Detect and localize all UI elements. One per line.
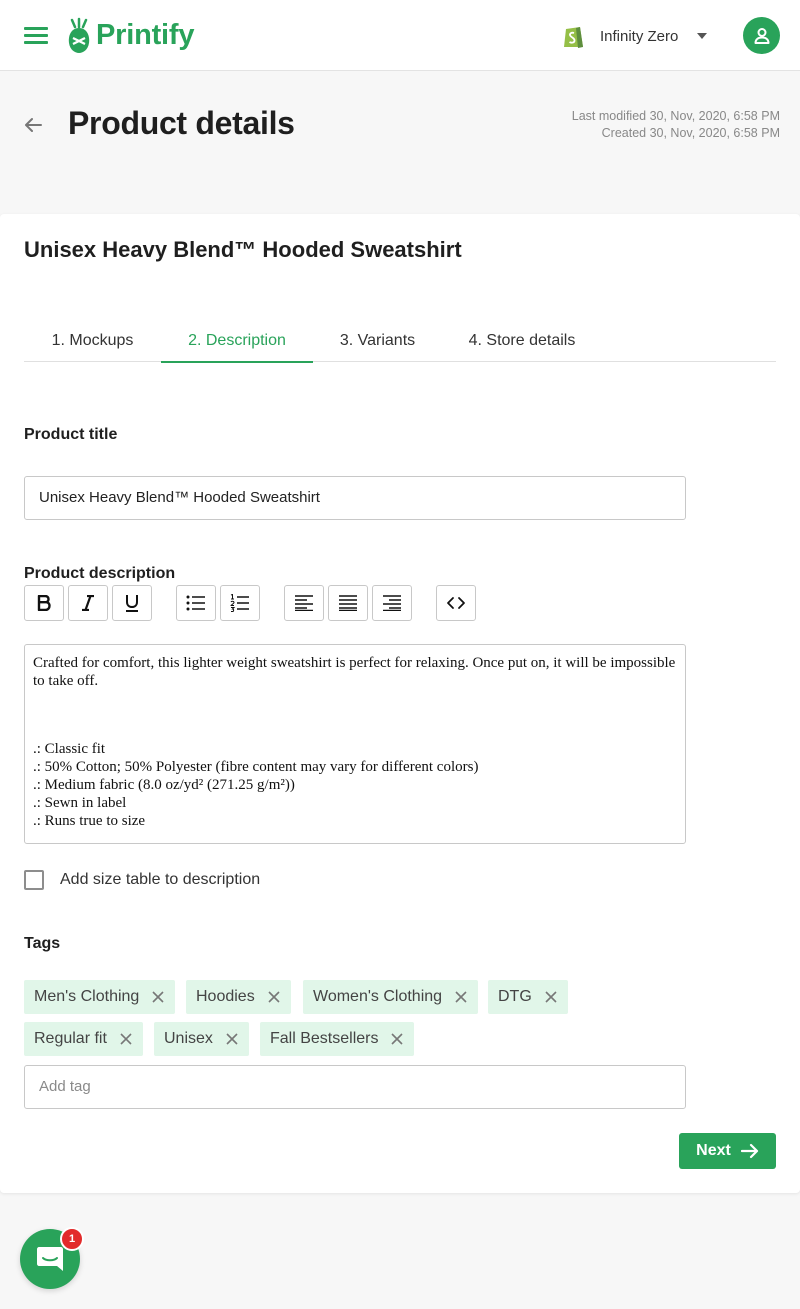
menu-icon[interactable] [24,27,48,45]
tag-chip: Regular fit [24,1022,143,1056]
last-modified: Last modified 30, Nov, 2020, 6:58 PM [571,109,780,123]
align-justify-icon [339,595,357,611]
next-button[interactable]: Next [679,1133,776,1169]
bullet-list-button[interactable] [176,585,216,621]
align-justify-button[interactable] [328,585,368,621]
product-card: Unisex Heavy Blend™ Hooded Sweatshirt 1.… [0,214,800,1193]
tag-chip: Fall Bestsellers [260,1022,415,1056]
product-title-input[interactable]: Unisex Heavy Blend™ Hooded Sweatshirt [24,476,686,520]
tag-label: Men's Clothing [34,988,140,1005]
description-bullet: .: 50% Cotton; 50% Polyester (fibre cont… [33,759,479,775]
tag-label: Hoodies [196,988,255,1005]
align-right-button[interactable] [372,585,412,621]
code-view-button[interactable] [436,585,476,621]
back-arrow-icon[interactable] [22,114,44,136]
tag-chip: Hoodies [186,980,291,1014]
created-date: Created 30, Nov, 2020, 6:58 PM [601,126,780,140]
tag-chip: Women's Clothing [303,980,479,1014]
bold-button[interactable] [24,585,64,621]
store-selector[interactable]: Infinity Zero [562,22,708,50]
timestamps: Last modified 30, Nov, 2020, 6:58 PM Cre… [572,108,780,142]
align-left-button[interactable] [284,585,324,621]
italic-button[interactable] [68,585,108,621]
chat-icon [37,1247,63,1271]
description-bullet: .: Runs true to size [33,813,146,829]
description-gap [33,690,677,740]
tag-label: Unisex [164,1030,213,1047]
tag-label: Women's Clothing [313,988,443,1005]
brand-name: Printify [96,18,195,51]
size-table-option[interactable]: Add size table to description [24,870,260,890]
printify-logo[interactable]: Printify [66,15,195,55]
description-bullet: .: Medium fabric (8.0 oz/yd² (271.25 g/m… [33,777,295,793]
size-table-checkbox[interactable] [24,870,44,890]
arrow-right-icon [740,1143,758,1159]
tab-mockups[interactable]: 1. Mockups [24,320,161,362]
shopify-icon [564,27,583,48]
store-name: Infinity Zero [600,27,679,45]
close-icon[interactable] [454,990,468,1004]
tag-chip: Unisex [154,1022,249,1056]
description-intro: Crafted for comfort, this lighter weight… [33,655,676,689]
user-icon [754,27,769,44]
description-bullet: .: Classic fit [33,741,106,757]
bold-icon [37,595,51,611]
underline-icon [126,595,138,612]
tag-chip: DTG [488,980,568,1014]
tags-label: Tags [24,935,61,952]
tag-chip: Men's Clothing [24,980,176,1014]
chevron-down-icon [697,33,708,39]
tag-label: Fall Bestsellers [270,1030,379,1047]
numbered-list-icon [230,594,249,612]
underline-button[interactable] [112,585,152,621]
tab-variants[interactable]: 3. Variants [313,320,442,362]
description-editor[interactable]: Crafted for comfort, this lighter weight… [24,644,686,844]
close-icon[interactable] [390,1032,404,1046]
tab-store-details[interactable]: 4. Store details [442,320,602,362]
close-icon[interactable] [151,990,165,1004]
printify-logo-icon [68,17,90,53]
close-icon[interactable] [544,990,558,1004]
tag-label: Regular fit [34,1030,107,1047]
close-icon[interactable] [267,990,281,1004]
description-bullet: .: Sewn in label [33,795,127,811]
next-label: Next [696,1142,731,1159]
unread-badge: 1 [60,1227,84,1251]
product-title-label: Product title [24,426,118,443]
tab-description[interactable]: 2. Description [161,320,313,363]
bullet-list-icon [186,595,205,611]
add-tag-input[interactable]: Add tag [24,1065,686,1109]
product-description-label: Product description [24,565,176,582]
page-title: Product details [68,105,295,141]
size-table-label: Add size table to description [60,871,261,888]
close-icon[interactable] [225,1032,239,1046]
close-icon[interactable] [119,1032,133,1046]
numbered-list-button[interactable] [220,585,260,621]
code-icon [447,597,465,609]
align-left-icon [295,595,313,611]
tag-label: DTG [498,988,532,1005]
top-bar: Printify Infinity Zero [0,0,800,71]
italic-icon [82,595,94,611]
product-name: Unisex Heavy Blend™ Hooded Sweatshirt [24,237,462,262]
tab-bar: 1. Mockups 2. Description 3. Variants 4.… [24,320,776,363]
user-avatar[interactable] [743,17,780,54]
align-right-icon [383,595,401,611]
